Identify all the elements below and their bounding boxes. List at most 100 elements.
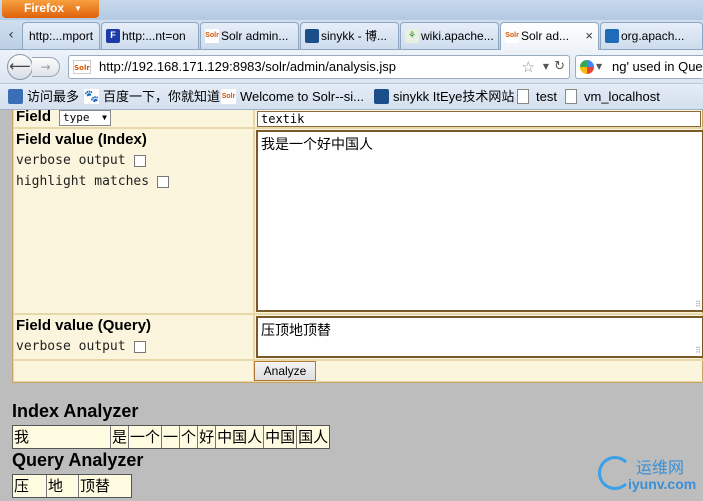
tab-7[interactable]: org.apach... xyxy=(600,22,703,49)
highlight-row: highlight matches xyxy=(16,174,170,189)
close-tab-icon[interactable]: × xyxy=(585,23,593,49)
firefox-menu-label: Firefox xyxy=(24,1,65,15)
index-value-textarea[interactable]: 我是一个好中国人 ⠿ xyxy=(256,130,703,312)
google-icon xyxy=(605,29,619,43)
history-dropdown-icon[interactable]: ▼ xyxy=(543,56,549,78)
bookmark-label: Welcome to Solr--si... xyxy=(240,89,365,104)
query-analyzer-title: Query Analyzer xyxy=(12,450,144,470)
tab-1[interactable]: http:...mport xyxy=(22,22,100,49)
tab-label: http:...nt=on xyxy=(122,29,186,43)
url-text[interactable]: http://192.168.171.129:8983/solr/admin/a… xyxy=(99,56,396,78)
resize-grip-icon[interactable]: ⠿ xyxy=(695,346,701,355)
solr-icon: Solr xyxy=(221,89,236,104)
bookmark-test[interactable]: test xyxy=(517,84,557,110)
tab-scroll-left-icon[interactable]: ‹ xyxy=(0,22,22,48)
analyze-button[interactable]: Analyze xyxy=(254,361,316,381)
bookmark-iteye[interactable]: sinykk ItEye技术网站 xyxy=(374,84,514,110)
query-value-text: 压顶地顶替 xyxy=(261,323,331,339)
address-bar[interactable]: Solr http://192.168.171.129:8983/solr/ad… xyxy=(68,55,570,79)
firefox-menu-button[interactable]: Firefox ▼ xyxy=(2,0,99,18)
window-titlebar: Firefox ▼ xyxy=(0,0,703,20)
site-watermark: 运维网 iyunv.com xyxy=(598,452,698,497)
query-options-cell: Field value (Query) verbose output xyxy=(13,314,254,360)
analysis-form-table: Field type ▼ textik Field value (Index) … xyxy=(12,110,703,383)
index-token: 个 xyxy=(181,426,199,448)
bookmark-baidu[interactable]: 🐾 百度一下，你就知道 xyxy=(84,84,220,110)
bookmarks-toolbar: 访问最多 🐾 百度一下，你就知道 Solr Welcome to Solr--s… xyxy=(0,84,703,110)
index-token: 一个 xyxy=(130,426,163,448)
query-verbose-row: verbose output xyxy=(16,339,146,354)
bookmark-vm-localhost[interactable]: vm_localhost xyxy=(565,84,660,110)
index-token: 好 xyxy=(199,426,217,448)
query-value-cell: 压顶地顶替 ⠿ xyxy=(254,314,703,360)
search-engine-dropdown-icon[interactable]: ▼ xyxy=(596,56,602,78)
tab-4[interactable]: sinykk - 博... xyxy=(300,22,399,49)
analyze-button-cell xyxy=(254,360,703,382)
index-token: 一 xyxy=(163,426,181,448)
tab-strip: ‹ http:...mport F http:...nt=on Solr Sol… xyxy=(0,20,703,50)
tab-label: Solr admin... xyxy=(221,29,289,43)
search-input[interactable]: ng' used in Quer xyxy=(612,56,703,78)
query-token: 顶替 xyxy=(80,477,111,495)
tab-label: wiki.apache... xyxy=(421,29,494,43)
index-verbose-row: verbose output xyxy=(16,153,146,168)
index-token: 中国人 xyxy=(217,426,265,448)
solr-icon: Solr xyxy=(505,29,519,43)
query-token: 压 xyxy=(13,475,47,497)
bookmark-star-icon[interactable]: ☆ xyxy=(522,56,535,78)
tab-5[interactable]: ⚘ wiki.apache... xyxy=(400,22,499,49)
index-token: 我 xyxy=(13,426,111,448)
solr-icon: Solr xyxy=(73,60,91,74)
forward-button[interactable]: → xyxy=(32,57,60,77)
page-icon xyxy=(517,89,529,104)
index-token: 是 xyxy=(112,426,130,448)
analysis-form: Field type ▼ textik Field value (Index) … xyxy=(12,110,703,498)
cnblogs-icon xyxy=(305,29,319,43)
tab-label: org.apach... xyxy=(621,29,685,43)
field-label-cell: Field type ▼ xyxy=(13,110,254,128)
index-token-row: 我 是 一个 一 个 好 中国人 中国 国人 xyxy=(12,425,331,449)
bookmark-welcome-solr[interactable]: Solr Welcome to Solr--si... xyxy=(221,84,364,110)
tab-label: Solr ad... xyxy=(521,29,570,43)
tab-label: http:...mport xyxy=(29,29,94,43)
query-token: 地 xyxy=(47,475,79,497)
page-content: Field type ▼ textik Field value (Index) … xyxy=(0,110,703,501)
field-label: Field xyxy=(16,110,52,125)
bookmark-label: 百度一下，你就知道 xyxy=(103,89,221,104)
query-value-textarea[interactable]: 压顶地顶替 ⠿ xyxy=(256,316,703,358)
bookmark-label: 访问最多 xyxy=(27,89,80,104)
iteye-icon xyxy=(374,89,389,104)
index-verbose-label: verbose output xyxy=(16,153,126,168)
back-button[interactable]: ⟵ xyxy=(7,54,33,80)
bookmark-label: test xyxy=(536,89,557,104)
reload-icon[interactable]: ↻ xyxy=(554,56,565,78)
index-verbose-checkbox[interactable] xyxy=(133,154,146,167)
analyze-spacer-cell xyxy=(13,360,254,382)
query-verbose-checkbox[interactable] xyxy=(133,340,146,353)
page-icon xyxy=(565,89,577,104)
google-icon xyxy=(580,60,594,74)
highlight-checkbox[interactable] xyxy=(157,175,170,188)
back-arrow-icon: ⟵ xyxy=(9,57,31,75)
index-options-cell: Field value (Index) verbose output highl… xyxy=(13,128,254,314)
tab-label: sinykk - 博... xyxy=(321,29,388,43)
wiki-icon: ⚘ xyxy=(405,29,419,43)
query-verbose-label: verbose output xyxy=(16,339,126,354)
field-type-select[interactable]: type ▼ xyxy=(59,110,111,126)
field-name-input[interactable]: textik xyxy=(257,111,701,127)
index-value-cell: 我是一个好中国人 ⠿ xyxy=(254,128,703,314)
solr-icon: Solr xyxy=(205,29,219,43)
tab-2[interactable]: F http:...nt=on xyxy=(101,22,199,49)
tab-3[interactable]: Solr Solr admin... xyxy=(200,22,299,49)
index-field-label: Field value (Index) xyxy=(16,131,147,148)
index-value-text: 我是一个好中国人 xyxy=(261,137,373,153)
query-field-label: Field value (Query) xyxy=(16,317,152,334)
watermark-logo-icon xyxy=(598,456,632,490)
search-bar[interactable]: ▼ ng' used in Quer xyxy=(575,55,703,79)
highlight-label: highlight matches xyxy=(16,174,150,189)
bookmark-most-visited[interactable]: 访问最多 xyxy=(8,84,79,110)
tab-6-active[interactable]: Solr Solr ad... × xyxy=(500,22,599,50)
firebug-icon: F xyxy=(106,29,120,43)
bookmark-label: sinykk ItEye技术网站 xyxy=(393,89,515,104)
resize-grip-icon[interactable]: ⠿ xyxy=(695,300,701,309)
